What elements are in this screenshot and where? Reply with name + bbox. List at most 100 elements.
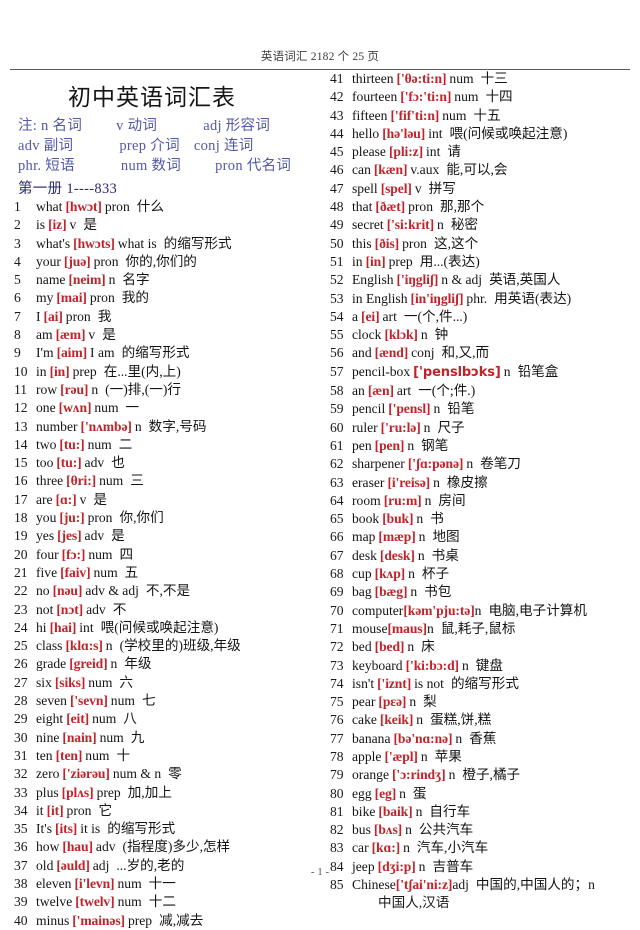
entry-number: 70 — [330, 602, 344, 618]
vocabulary-entry: 35 It's [its] it is 的缩写形式 — [10, 820, 320, 838]
entry-phonetic: [kæn] — [373, 162, 408, 178]
entry-translation: 用...(表达) — [419, 253, 480, 269]
entry-number: 16 — [14, 473, 28, 489]
volume-range: 第一册 1----833 — [18, 181, 118, 197]
entry-part-of-speech: num — [454, 89, 479, 105]
entry-part-of-speech: num — [442, 107, 467, 123]
entry-word: apple — [352, 748, 382, 764]
vocabulary-entry: 25 class [klɑ:s] n (学校里的)班级,年级 — [10, 637, 320, 655]
entry-translation: 十 — [116, 747, 131, 763]
vocabulary-entry: 36 how [hau] adv (指程度)多少,怎样 — [10, 838, 320, 856]
entry-word: book — [352, 511, 380, 527]
entry-body: in English [in'iŋgliʃ] phr. 用英语(表达) — [352, 290, 634, 308]
entry-phonetic: [klɑ:s] — [65, 638, 103, 654]
entry-number: 9 — [14, 345, 21, 361]
entry-phonetic: [æm] — [55, 327, 86, 343]
vocabulary-entry: 47 spell [spel] v 拼写 — [326, 180, 634, 198]
vocabulary-page: 英语词汇 2182 个 25 页 初中英语词汇表 注: n 名词 v 动词 adj … — [0, 0, 640, 928]
entry-number: 60 — [330, 419, 344, 435]
entry-body: no [nəu] adv & adj 不,不是 — [36, 582, 320, 600]
entry-translation: 床 — [421, 639, 435, 655]
entry-phonetic: [twelv] — [75, 894, 115, 910]
entry-part-of-speech: n — [437, 217, 444, 233]
entry-body: six [siks] num 六 — [36, 674, 320, 692]
entry-number: 4 — [14, 253, 21, 269]
entry-number: 48 — [330, 199, 344, 215]
entry-translation: 是 — [93, 491, 107, 507]
entry-phonetic: ['ru:lə] — [380, 419, 421, 435]
entry-translation: 年级 — [124, 656, 152, 672]
entry-word: eight — [36, 711, 64, 727]
entry-phonetic: [tu:] — [56, 455, 82, 471]
vocabulary-entry: 12 one [wʌn] num 一 — [10, 399, 320, 417]
entry-phonetic: [it] — [46, 802, 64, 818]
vocabulary-entry: 14 two [tu:] num 二 — [10, 436, 320, 454]
vocabulary-entry: 70 computer[kəm'pju:tə]n 电脑,电子计算机 — [326, 602, 634, 620]
entry-word: desk — [352, 547, 377, 563]
entry-phonetic: ['si:krit] — [386, 217, 435, 233]
entry-number: 25 — [14, 638, 28, 654]
entry-phonetic: [ei] — [361, 308, 380, 324]
vocabulary-entry: 27 six [siks] num 六 — [10, 674, 320, 692]
entry-number: 46 — [330, 162, 344, 178]
entry-phonetic: ['penslbɔks] — [413, 364, 501, 380]
entry-body: row [rəu] n (一)排,(一)行 — [36, 381, 320, 399]
entry-translation: 六 — [119, 674, 134, 690]
entry-phonetic: [mæp] — [378, 529, 416, 545]
entry-word: cup — [352, 566, 372, 582]
entry-body: and [ænd] conj 和,又,而 — [352, 344, 634, 362]
vocabulary-entry: 71 mouse[maus]n 鼠,耗子,鼠标 — [326, 620, 634, 638]
vocabulary-entry: 39 twelve [twelv] num 十二 — [10, 893, 320, 911]
vocabulary-entry: 9 I'm [aim] I am 的缩写形式 — [10, 344, 320, 362]
entry-body: desk [desk] n 书桌 — [352, 547, 634, 565]
entry-translation: 十三 — [480, 71, 508, 86]
entry-translation: 的缩写形式 — [121, 345, 190, 361]
entry-part-of-speech: num — [117, 894, 142, 910]
entry-word: banana — [352, 730, 391, 746]
entry-part-of-speech: pron — [402, 235, 427, 251]
entry-number: 21 — [14, 564, 28, 580]
entry-body: minus ['mainəs] prep 减,减去 — [36, 912, 320, 930]
entry-part-of-speech: what is — [117, 235, 157, 251]
entry-number: 28 — [14, 693, 28, 709]
entry-phonetic: [in] — [365, 253, 386, 269]
entry-part-of-speech: int — [428, 125, 443, 141]
vocabulary-entry: 62 sharpener ['ʃɑ:pənə] n 卷笔刀 — [326, 455, 634, 473]
entry-body: cup [kʌp] n 杯子 — [352, 565, 634, 583]
vocabulary-entry: 11 row [rəu] n (一)排,(一)行 — [10, 381, 320, 399]
entry-word: car — [352, 840, 369, 856]
vocabulary-entry: 31 ten [ten] num 十 — [10, 747, 320, 765]
entry-body: bus [bʌs] n 公共汽车 — [352, 821, 634, 839]
entry-phonetic: [ru:m] — [383, 492, 422, 508]
entry-body: three [θri:] num 三 — [36, 472, 320, 490]
entry-translation: 三 — [130, 473, 144, 489]
entry-number: 53 — [330, 290, 344, 306]
entry-number: 23 — [14, 601, 28, 617]
entry-number: 50 — [330, 235, 344, 251]
entry-word: pear — [352, 694, 376, 710]
entry-phonetic: [ten] — [55, 747, 83, 763]
entry-word: my — [36, 290, 54, 306]
vocabulary-entry: 54 a [ei] art 一(个,件...) — [326, 308, 634, 326]
entry-number: 31 — [14, 747, 28, 763]
entry-translation: 书 — [430, 511, 444, 527]
vocabulary-entry: 80 egg [eg] n 蛋 — [326, 785, 634, 803]
entry-word: hi — [36, 619, 47, 635]
entry-part-of-speech: num — [449, 71, 474, 86]
entry-body: bag [bæg] n 书包 — [352, 583, 634, 601]
entry-number: 19 — [14, 528, 28, 544]
entry-phonetic: ['iznt] — [377, 675, 412, 691]
page-footer: - 1 - — [0, 866, 640, 878]
entry-number: 27 — [14, 674, 28, 690]
entry-word: English — [352, 272, 394, 288]
entry-word: an — [352, 383, 365, 399]
entry-number: 80 — [330, 785, 344, 801]
entry-word: and — [352, 345, 372, 361]
entry-number: 63 — [330, 474, 344, 490]
entry-translation: 和,又,而 — [441, 345, 490, 361]
entry-part-of-speech: num — [93, 564, 118, 580]
vocabulary-entry: 22 no [nəu] adv & adj 不,不是 — [10, 582, 320, 600]
entry-body: my [mai] pron 我的 — [36, 289, 320, 307]
entry-number: 49 — [330, 217, 344, 233]
entry-translation: 的缩写形式 — [450, 675, 519, 691]
